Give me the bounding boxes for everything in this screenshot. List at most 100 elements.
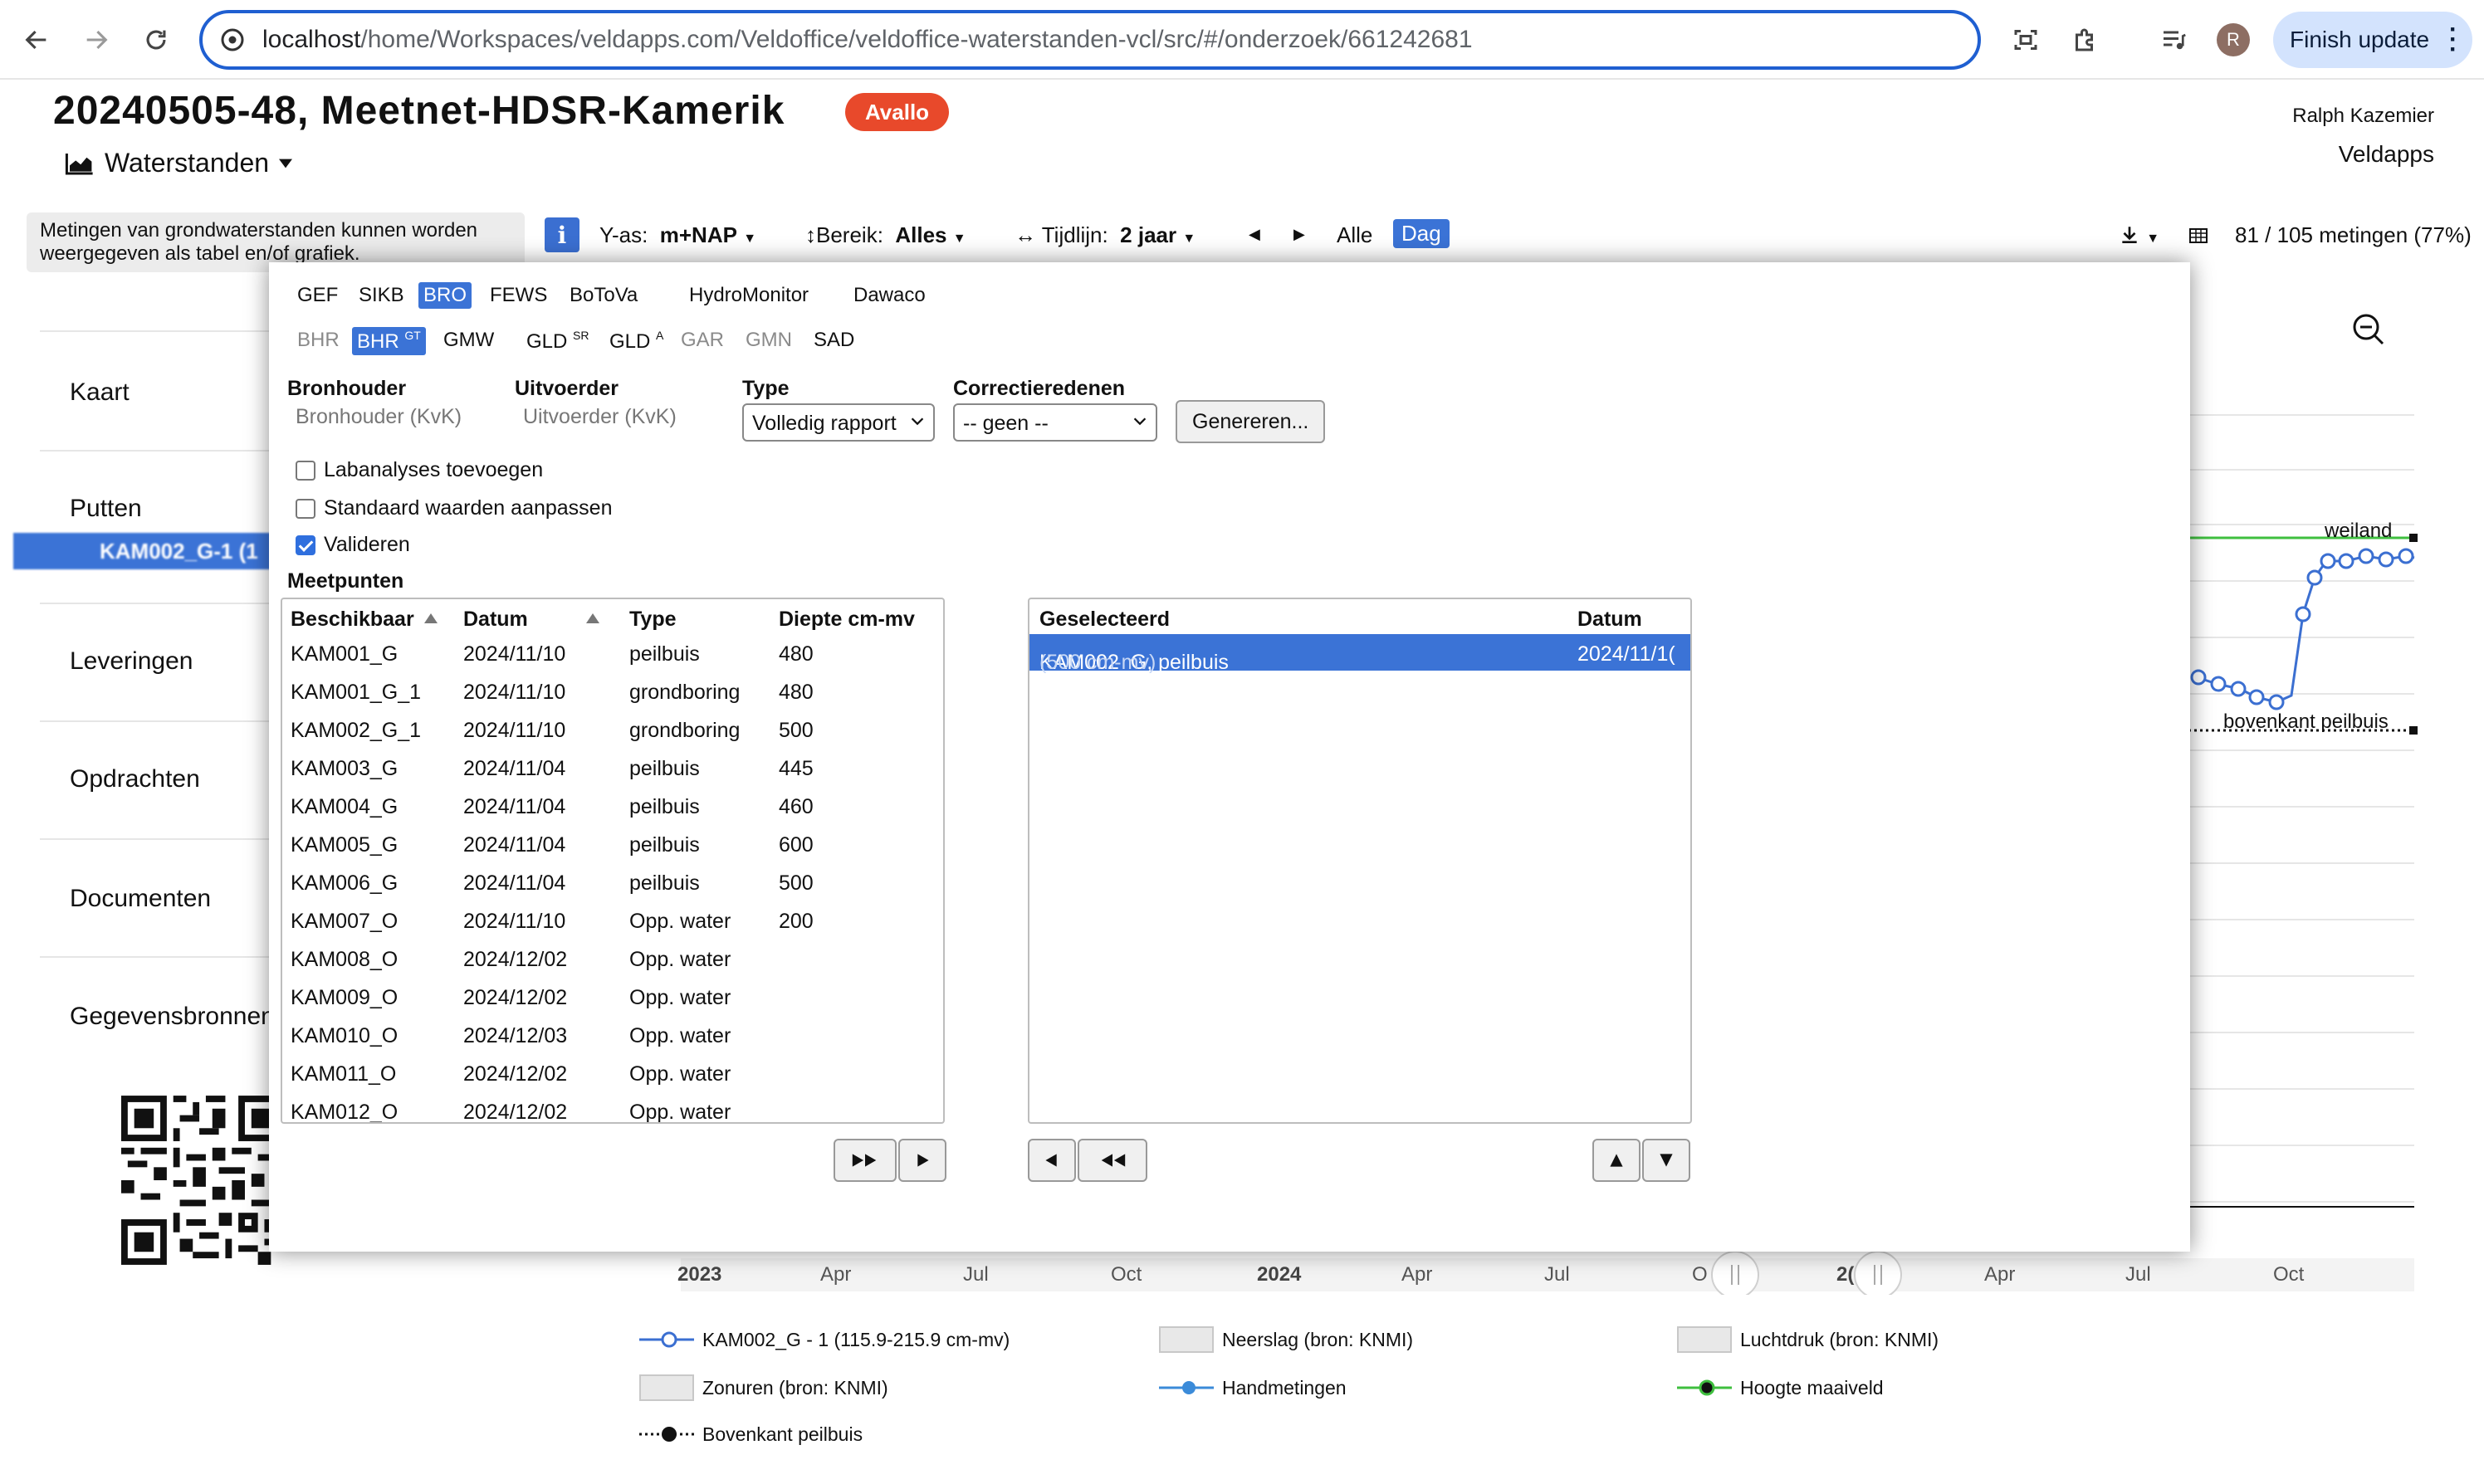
next-period-button[interactable]: ▶: [1293, 226, 1305, 243]
subtab-sad[interactable]: SAD: [809, 327, 859, 354]
tab-dawaco[interactable]: Dawaco: [848, 282, 931, 309]
media-button[interactable]: [2152, 18, 2195, 61]
tab-botova[interactable]: BoToVa: [565, 282, 643, 309]
view-selector[interactable]: Waterstanden: [65, 148, 293, 178]
profile-avatar[interactable]: R: [2217, 23, 2250, 56]
col-header-datum[interactable]: Datum: [463, 608, 599, 632]
col-header-type[interactable]: Type: [629, 608, 677, 632]
previous-period-button[interactable]: ◀: [1249, 226, 1260, 243]
legend-item-handmetingen[interactable]: Handmetingen: [1159, 1374, 1347, 1401]
info-button[interactable]: i: [545, 217, 579, 252]
checkbox-valideren[interactable]: Valideren: [296, 533, 410, 557]
table-row[interactable]: KAM002_G_1 2024/11/10 grondboring 500: [282, 710, 943, 747]
selected-list[interactable]: Geselecteerd Datum KAM002_G, peilbuis (5…: [1028, 598, 1692, 1124]
y-axis-selector[interactable]: Y-as: m+NAP ▼: [599, 222, 756, 248]
table-view-button[interactable]: [2188, 222, 2208, 248]
day-button[interactable]: Dag: [1393, 219, 1450, 248]
tab-fews[interactable]: FEWS: [485, 282, 552, 309]
table-row[interactable]: KAM004_G 2024/11/04 peilbuis 460: [282, 787, 943, 823]
add-button[interactable]: [898, 1139, 946, 1182]
sidebar-item-gegevensbronnen[interactable]: Gegevensbronnen: [40, 956, 281, 1074]
checkbox-labanalyses[interactable]: Labanalyses toevoegen: [296, 458, 543, 482]
table-row[interactable]: KAM010_O 2024/12/03 Opp. water: [282, 1016, 943, 1052]
sort-asc-icon: [423, 613, 438, 623]
table-row[interactable]: KAM012_O 2024/12/02 Opp. water: [282, 1092, 943, 1122]
add-all-button[interactable]: [834, 1139, 897, 1182]
col-header-beschikbaar[interactable]: Beschikbaar: [291, 608, 438, 632]
extensions-button[interactable]: [2064, 18, 2107, 61]
generate-button[interactable]: Genereren...: [1176, 400, 1326, 443]
correctieredenen-select[interactable]: -- geen --: [953, 403, 1157, 442]
table-row[interactable]: KAM008_O 2024/12/02 Opp. water: [282, 940, 943, 976]
bronhouder-input[interactable]: Bronhouder (KvK): [296, 405, 462, 429]
back-button[interactable]: [13, 17, 60, 63]
subtab-gmw[interactable]: GMW: [438, 327, 499, 354]
sidebar-item-opdrachten[interactable]: Opdrachten: [40, 720, 281, 838]
selected-row[interactable]: KAM002_G, peilbuis (500 cm-mv) 2024/11/1…: [1029, 634, 1690, 674]
table-row[interactable]: KAM001_G 2024/11/10 peilbuis 480: [282, 634, 943, 671]
range-selector[interactable]: ↕Bereik: Alles ▼: [805, 222, 966, 248]
available-list[interactable]: Beschikbaar Datum Type Diepte cm-mv KAM0…: [281, 598, 945, 1124]
tab-sikb[interactable]: SIKB: [354, 282, 409, 309]
checkbox-unchecked[interactable]: [296, 460, 315, 481]
sidebar-item-documenten[interactable]: Documenten: [40, 838, 281, 956]
timeline-selector[interactable]: ↔ Tijdlijn: 2 jaar ▼: [1015, 222, 1196, 248]
col-header-datum[interactable]: Datum: [1577, 608, 1642, 632]
subtab-gld-a[interactable]: GLD A: [604, 327, 668, 355]
table-row[interactable]: KAM011_O 2024/12/02 Opp. water: [282, 1054, 943, 1091]
screenshot-button[interactable]: [2004, 18, 2047, 61]
tab-bro[interactable]: BRO: [418, 282, 472, 309]
checkbox-checked[interactable]: [296, 535, 315, 555]
move-down-button[interactable]: [1642, 1139, 1690, 1182]
page-title: 20240505-48, Meetnet-HDSR-Kamerik: [53, 89, 785, 133]
address-bar[interactable]: localhost/home/Workspaces/veldapps.com/V…: [199, 10, 1981, 70]
row-date: 2024/11/10: [463, 910, 566, 933]
table-row[interactable]: KAM009_O 2024/12/02 Opp. water: [282, 978, 943, 1014]
subtab-bhr[interactable]: BHR: [292, 327, 345, 354]
subtab-gld-sr[interactable]: GLD SR: [521, 327, 594, 355]
legend-label: Zonuren (bron: KNMI): [702, 1376, 888, 1399]
legend-item-bovenkant-peilbuis[interactable]: Bovenkant peilbuis: [639, 1421, 863, 1447]
sidebar-item-leveringen[interactable]: Leveringen: [40, 603, 281, 720]
type-select[interactable]: Volledig rapport: [742, 403, 935, 442]
screen-capture-icon: [2014, 30, 2037, 50]
legend-item-kam002[interactable]: KAM002_G - 1 (115.9-215.9 cm-mv): [639, 1326, 1010, 1353]
table-row[interactable]: KAM007_O 2024/11/10 Opp. water 200: [282, 901, 943, 938]
org-name[interactable]: Veldapps: [2339, 141, 2434, 168]
legend-item-neerslag[interactable]: Neerslag (bron: KNMI): [1159, 1326, 1413, 1353]
finish-update-button[interactable]: Finish update · · ·: [2273, 12, 2472, 68]
table-row[interactable]: KAM006_G 2024/11/04 peilbuis 500: [282, 863, 943, 900]
subtab-bhr-gt[interactable]: BHR GT: [352, 327, 426, 355]
checkbox-unchecked[interactable]: [296, 498, 315, 519]
table-row[interactable]: KAM003_G 2024/11/04 peilbuis 445: [282, 749, 943, 785]
uitvoerder-input[interactable]: Uitvoerder (KvK): [523, 405, 677, 429]
all-button[interactable]: Alle: [1337, 222, 1372, 248]
table-row[interactable]: KAM001_G_1 2024/11/10 grondboring 480: [282, 672, 943, 709]
sidebar-item-putten[interactable]: Putten: [40, 450, 281, 533]
remove-all-button[interactable]: [1078, 1139, 1147, 1182]
sidebar-item-kaart[interactable]: Kaart: [40, 330, 281, 450]
subtab-gmn[interactable]: GMN: [741, 327, 797, 354]
forward-button[interactable]: [73, 17, 120, 63]
subtab-gar[interactable]: GAR: [676, 327, 729, 354]
row-type: Opp. water: [629, 910, 731, 933]
download-button[interactable]: ▼: [2119, 222, 2159, 248]
user-name[interactable]: Ralph Kazemier: [2292, 105, 2434, 128]
legend-label: KAM002_G - 1 (115.9-215.9 cm-mv): [702, 1328, 1010, 1350]
checkbox-standaard-waarden[interactable]: Standaard waarden aanpassen: [296, 496, 613, 520]
legend-item-hoogte-maaiveld[interactable]: Hoogte maaiveld: [1677, 1374, 1884, 1401]
move-up-button[interactable]: [1592, 1139, 1641, 1182]
legend-item-zonuren[interactable]: Zonuren (bron: KNMI): [639, 1374, 888, 1401]
tab-gef[interactable]: GEF: [292, 282, 343, 309]
remove-button[interactable]: [1028, 1139, 1076, 1182]
x-tick: Jul: [2125, 1263, 2151, 1286]
zoom-out-button[interactable]: [2353, 314, 2384, 345]
legend-item-luchtdruk[interactable]: Luchtdruk (bron: KNMI): [1677, 1326, 1939, 1353]
col-header-diepte[interactable]: Diepte cm-mv: [779, 608, 915, 632]
tab-hydromonitor[interactable]: HydroMonitor: [684, 282, 814, 309]
x-tick: 2023: [677, 1263, 722, 1286]
table-row[interactable]: KAM005_G 2024/11/04 peilbuis 600: [282, 825, 943, 862]
col-header-geselecteerd[interactable]: Geselecteerd: [1039, 608, 1170, 632]
site-info-icon[interactable]: [218, 25, 247, 55]
reload-button[interactable]: [133, 17, 179, 63]
